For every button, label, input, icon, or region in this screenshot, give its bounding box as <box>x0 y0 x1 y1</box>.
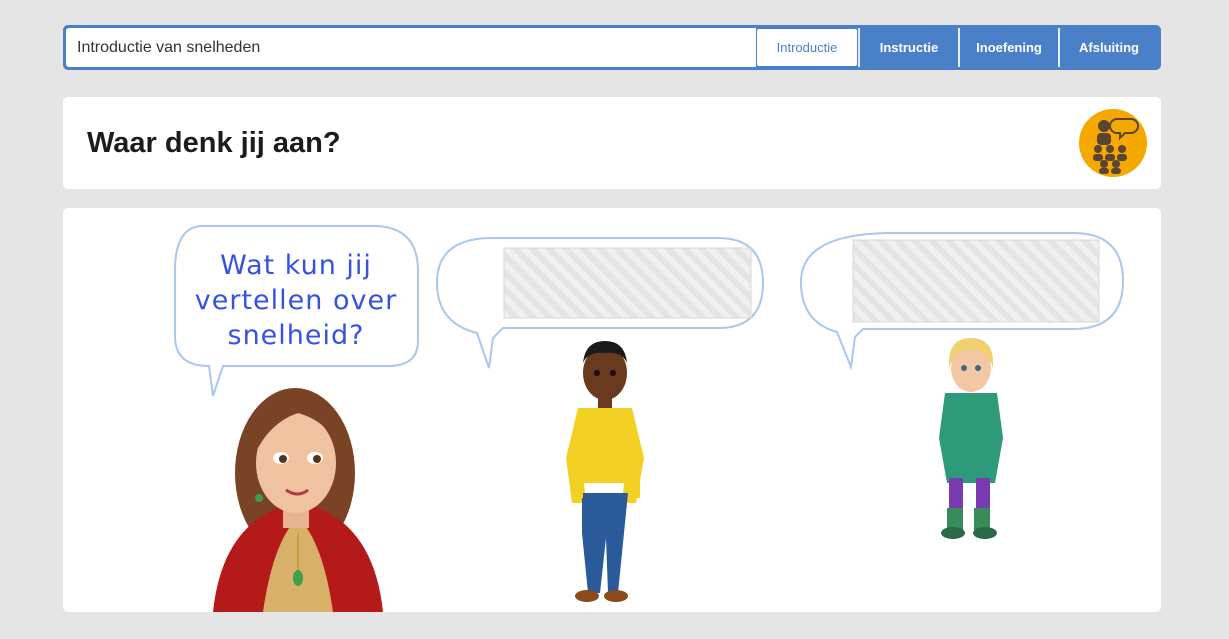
discussion-scene: Wat kun jij vertellen over snelheid? <box>63 208 1161 612</box>
page-title: Waar denk jij aan? <box>87 127 341 159</box>
tab-inoefening[interactable]: Inoefening <box>958 28 1058 67</box>
bubble-line-2: vertellen over <box>194 285 398 316</box>
teacher-bubble-text: Wat kun jij vertellen over snelheid? <box>181 248 411 353</box>
teacher-illustration <box>213 388 383 612</box>
lesson-title: Introductie van snelheden <box>66 28 756 67</box>
girl-illustration <box>939 338 1003 539</box>
boy-illustration <box>566 341 644 602</box>
tab-introductie[interactable]: Introductie <box>756 28 858 67</box>
group-discussion-icon <box>1079 109 1147 177</box>
lesson-navigation-bar: Introductie van snelheden Introductie In… <box>63 25 1161 70</box>
tab-afsluiting[interactable]: Afsluiting <box>1058 28 1158 67</box>
bubble-line-3: snelheid? <box>227 320 365 351</box>
tab-instructie[interactable]: Instructie <box>858 28 958 67</box>
question-header: Waar denk jij aan? <box>63 97 1161 189</box>
bubble-line-1: Wat kun jij <box>220 250 372 281</box>
lesson-phase-tabs: Introductie Instructie Inoefening Afslui… <box>756 28 1158 67</box>
